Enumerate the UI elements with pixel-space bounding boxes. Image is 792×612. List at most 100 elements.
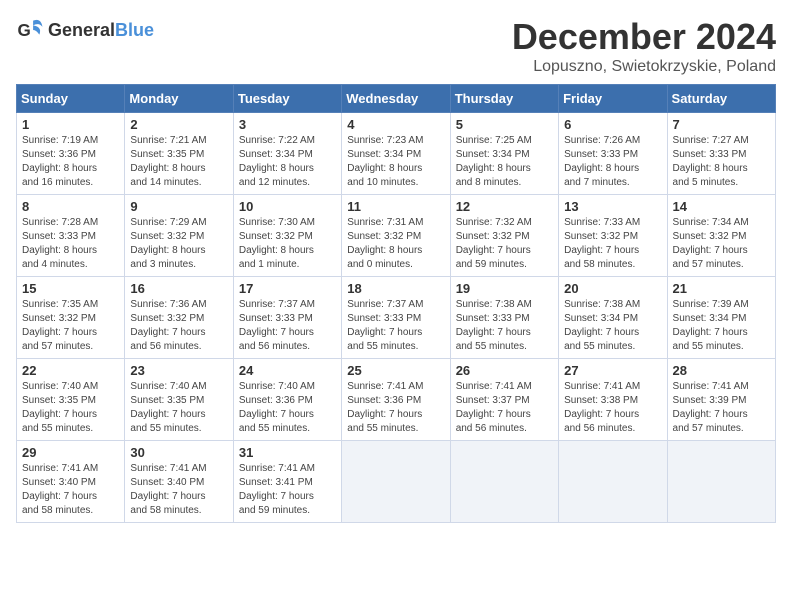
day-info: Sunrise: 7:30 AM Sunset: 3:32 PM Dayligh… — [239, 216, 336, 272]
table-row: 1 Sunrise: 7:19 AM Sunset: 3:36 PM Daylig… — [17, 113, 125, 195]
day-number: 13 — [564, 199, 661, 214]
day-info: Sunrise: 7:28 AM Sunset: 3:33 PM Dayligh… — [22, 216, 119, 272]
day-number: 31 — [239, 445, 336, 460]
table-row: 28Sunrise: 7:41 AM Sunset: 3:39 PM Dayli… — [667, 359, 775, 441]
day-number: 7 — [673, 117, 770, 132]
table-row: 20 Sunrise: 7:38 AM Sunset: 3:34 PM Dayli… — [559, 277, 667, 359]
day-number: 16 — [130, 281, 227, 296]
day-number: 17 — [239, 281, 336, 296]
day-number: 14 — [673, 199, 770, 214]
day-info: Sunrise: 7:41 AM Sunset: 3:39 PM Dayligh… — [673, 380, 770, 436]
day-info: Sunrise: 7:40 AM Sunset: 3:35 PM Dayligh… — [130, 380, 227, 436]
table-row: 19 Sunrise: 7:38 AM Sunset: 3:33 PM Dayli… — [450, 277, 558, 359]
day-info: Sunrise: 7:27 AM Sunset: 3:33 PM Dayligh… — [673, 134, 770, 190]
day-info: Sunrise: 7:41 AM Sunset: 3:37 PM Dayligh… — [456, 380, 553, 436]
day-number: 15 — [22, 281, 119, 296]
day-number: 21 — [673, 281, 770, 296]
day-info: Sunrise: 7:22 AM Sunset: 3:34 PM Dayligh… — [239, 134, 336, 190]
table-row: 18Sunrise: 7:37 AM Sunset: 3:33 PM Dayli… — [342, 277, 450, 359]
day-info: Sunrise: 7:41 AM Sunset: 3:38 PM Dayligh… — [564, 380, 661, 436]
table-row: 17 Sunrise: 7:37 AM Sunset: 3:33 PM Dayli… — [233, 277, 341, 359]
day-info: Sunrise: 7:38 AM Sunset: 3:33 PM Dayligh… — [456, 298, 553, 354]
col-monday: Monday — [125, 85, 233, 113]
table-row: 9 Sunrise: 7:29 AM Sunset: 3:32 PM Daylig… — [125, 195, 233, 277]
table-row: 15Sunrise: 7:35 AM Sunset: 3:32 PM Dayli… — [17, 277, 125, 359]
calendar-week-row: 29 Sunrise: 7:41 AM Sunset: 3:40 PM Dayli… — [17, 441, 776, 523]
calendar-week-row: 22 Sunrise: 7:40 AM Sunset: 3:35 PM Dayli… — [17, 359, 776, 441]
day-info: Sunrise: 7:40 AM Sunset: 3:35 PM Dayligh… — [22, 380, 119, 436]
table-row: 6Sunrise: 7:26 AM Sunset: 3:33 PM Daylig… — [559, 113, 667, 195]
day-number: 8 — [22, 199, 119, 214]
table-row: 31Sunrise: 7:41 AM Sunset: 3:41 PM Dayli… — [233, 441, 341, 523]
svg-text:G: G — [18, 21, 31, 40]
day-info: Sunrise: 7:41 AM Sunset: 3:40 PM Dayligh… — [130, 462, 227, 518]
table-row — [342, 441, 450, 523]
table-row: 2 Sunrise: 7:21 AM Sunset: 3:35 PM Daylig… — [125, 113, 233, 195]
location-title: Lopuszno, Swietokrzyskie, Poland — [512, 58, 776, 76]
day-number: 11 — [347, 199, 444, 214]
day-number: 4 — [347, 117, 444, 132]
day-number: 20 — [564, 281, 661, 296]
day-number: 5 — [456, 117, 553, 132]
day-info: Sunrise: 7:34 AM Sunset: 3:32 PM Dayligh… — [673, 216, 770, 272]
table-row: 22 Sunrise: 7:40 AM Sunset: 3:35 PM Dayli… — [17, 359, 125, 441]
day-info: Sunrise: 7:38 AM Sunset: 3:34 PM Dayligh… — [564, 298, 661, 354]
day-number: 9 — [130, 199, 227, 214]
table-row — [667, 441, 775, 523]
day-info: Sunrise: 7:39 AM Sunset: 3:34 PM Dayligh… — [673, 298, 770, 354]
day-number: 27 — [564, 363, 661, 378]
table-row — [450, 441, 558, 523]
table-row — [559, 441, 667, 523]
day-number: 3 — [239, 117, 336, 132]
table-row: 4 Sunrise: 7:23 AM Sunset: 3:34 PM Daylig… — [342, 113, 450, 195]
month-title: December 2024 — [512, 16, 776, 58]
calendar-week-row: 1 Sunrise: 7:19 AM Sunset: 3:36 PM Daylig… — [17, 113, 776, 195]
table-row: 5 Sunrise: 7:25 AM Sunset: 3:34 PM Daylig… — [450, 113, 558, 195]
day-number: 29 — [22, 445, 119, 460]
day-number: 2 — [130, 117, 227, 132]
table-row: 11 Sunrise: 7:31 AM Sunset: 3:32 PM Dayli… — [342, 195, 450, 277]
day-info: Sunrise: 7:37 AM Sunset: 3:33 PM Dayligh… — [239, 298, 336, 354]
logo: G GeneralBlue — [16, 16, 154, 44]
day-number: 22 — [22, 363, 119, 378]
table-row: 25 Sunrise: 7:41 AM Sunset: 3:36 PM Dayli… — [342, 359, 450, 441]
col-saturday: Saturday — [667, 85, 775, 113]
day-info: Sunrise: 7:23 AM Sunset: 3:34 PM Dayligh… — [347, 134, 444, 190]
calendar-table: Sunday Monday Tuesday Wednesday Thursday… — [16, 84, 776, 523]
day-number: 25 — [347, 363, 444, 378]
day-number: 30 — [130, 445, 227, 460]
day-info: Sunrise: 7:19 AM Sunset: 3:36 PM Dayligh… — [22, 134, 119, 190]
day-number: 1 — [22, 117, 119, 132]
day-info: Sunrise: 7:41 AM Sunset: 3:40 PM Dayligh… — [22, 462, 119, 518]
day-info: Sunrise: 7:36 AM Sunset: 3:32 PM Dayligh… — [130, 298, 227, 354]
table-row: 26Sunrise: 7:41 AM Sunset: 3:37 PM Dayli… — [450, 359, 558, 441]
day-info: Sunrise: 7:37 AM Sunset: 3:33 PM Dayligh… — [347, 298, 444, 354]
day-info: Sunrise: 7:31 AM Sunset: 3:32 PM Dayligh… — [347, 216, 444, 272]
day-info: Sunrise: 7:21 AM Sunset: 3:35 PM Dayligh… — [130, 134, 227, 190]
table-row: 30 Sunrise: 7:41 AM Sunset: 3:40 PM Dayli… — [125, 441, 233, 523]
day-number: 24 — [239, 363, 336, 378]
day-info: Sunrise: 7:25 AM Sunset: 3:34 PM Dayligh… — [456, 134, 553, 190]
day-number: 19 — [456, 281, 553, 296]
table-row: 8 Sunrise: 7:28 AM Sunset: 3:33 PM Daylig… — [17, 195, 125, 277]
table-row: 23 Sunrise: 7:40 AM Sunset: 3:35 PM Dayli… — [125, 359, 233, 441]
calendar-week-row: 8 Sunrise: 7:28 AM Sunset: 3:33 PM Daylig… — [17, 195, 776, 277]
day-info: Sunrise: 7:33 AM Sunset: 3:32 PM Dayligh… — [564, 216, 661, 272]
table-row: 14 Sunrise: 7:34 AM Sunset: 3:32 PM Dayli… — [667, 195, 775, 277]
day-info: Sunrise: 7:26 AM Sunset: 3:33 PM Dayligh… — [564, 134, 661, 190]
title-area: December 2024 Lopuszno, Swietokrzyskie, … — [512, 16, 776, 76]
table-row: 12Sunrise: 7:32 AM Sunset: 3:32 PM Dayli… — [450, 195, 558, 277]
day-info: Sunrise: 7:29 AM Sunset: 3:32 PM Dayligh… — [130, 216, 227, 272]
col-tuesday: Tuesday — [233, 85, 341, 113]
table-row: 10Sunrise: 7:30 AM Sunset: 3:32 PM Dayli… — [233, 195, 341, 277]
day-info: Sunrise: 7:41 AM Sunset: 3:36 PM Dayligh… — [347, 380, 444, 436]
header: G GeneralBlue December 2024 Lopuszno, Sw… — [16, 16, 776, 76]
table-row: 7 Sunrise: 7:27 AM Sunset: 3:33 PM Daylig… — [667, 113, 775, 195]
logo-icon: G — [16, 16, 44, 44]
table-row: 29 Sunrise: 7:41 AM Sunset: 3:40 PM Dayli… — [17, 441, 125, 523]
day-info: Sunrise: 7:32 AM Sunset: 3:32 PM Dayligh… — [456, 216, 553, 272]
table-row: 27 Sunrise: 7:41 AM Sunset: 3:38 PM Dayli… — [559, 359, 667, 441]
logo-text: GeneralBlue — [48, 20, 154, 41]
table-row: 16 Sunrise: 7:36 AM Sunset: 3:32 PM Dayli… — [125, 277, 233, 359]
day-number: 23 — [130, 363, 227, 378]
